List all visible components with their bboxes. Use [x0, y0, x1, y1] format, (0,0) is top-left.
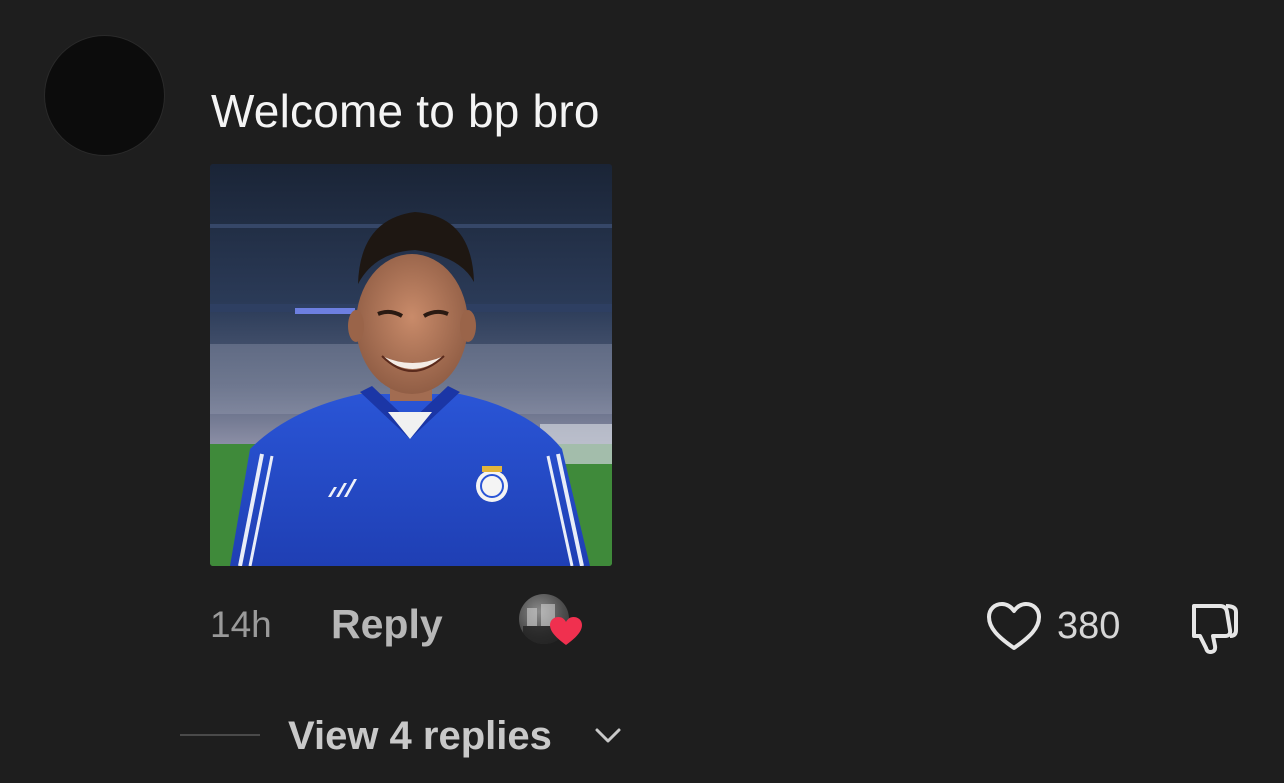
- view-replies-row: View 4 replies: [0, 708, 1284, 768]
- comment-text: Welcome to bp bro: [211, 85, 600, 137]
- like-count: 380: [1057, 605, 1121, 647]
- comment-timestamp: 14h: [210, 604, 272, 645]
- comment-actions-row: 14h Reply 380: [0, 590, 1284, 660]
- creator-liked-badge: [519, 594, 582, 650]
- thumbs-down-outline-icon[interactable]: [1180, 600, 1240, 656]
- reply-button[interactable]: Reply: [331, 601, 443, 648]
- view-replies-button[interactable]: View 4 replies: [288, 714, 552, 759]
- commenter-avatar[interactable]: [45, 36, 164, 155]
- heart-filled-icon: [550, 617, 582, 645]
- chevron-down-icon[interactable]: [594, 726, 622, 746]
- heart-outline-icon[interactable]: [985, 600, 1043, 652]
- comment-image[interactable]: [210, 164, 612, 566]
- replies-divider: [180, 734, 260, 736]
- comment-item: Welcome to bp bro 14h Reply 380 View 4 r…: [0, 0, 1284, 783]
